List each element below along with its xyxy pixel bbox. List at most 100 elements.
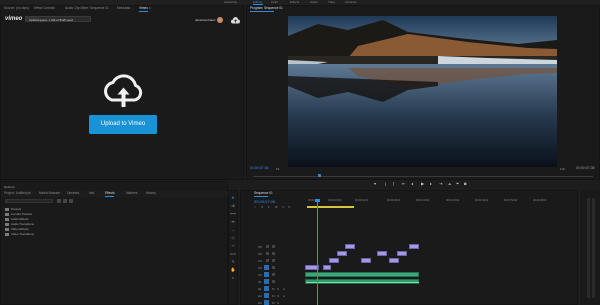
mute-toggle[interactable]: M [272, 294, 275, 298]
timeline-timecode[interactable]: 00;00;07;08 [254, 199, 275, 204]
ruler-label: 00;00;16;00 [328, 199, 342, 202]
audio-clip[interactable] [305, 279, 419, 284]
add-marker-icon[interactable]: ▾ [268, 205, 270, 209]
wrench-icon[interactable]: ✎ [288, 205, 291, 209]
effects-search-input[interactable] [5, 199, 53, 203]
linked-selection-icon[interactable]: ⚲ [261, 205, 263, 209]
quality-dropdown[interactable]: Full [560, 167, 565, 171]
track-select-tool-icon[interactable]: ⇉ [230, 203, 236, 209]
folder-video-transitions[interactable]: Video Transitions [5, 232, 34, 236]
microphone-icon[interactable]: ● [283, 294, 285, 298]
sync-lock-icon[interactable] [266, 252, 269, 255]
track-target-toggle[interactable] [264, 300, 269, 305]
timeline-settings-icon[interactable]: ⚙ [275, 205, 278, 209]
folder-video-effects[interactable]: Video Effects [5, 227, 29, 231]
export-frame-icon[interactable]: ◙ [464, 181, 466, 186]
track-target-toggle[interactable] [264, 293, 269, 298]
tab-history[interactable]: History [146, 191, 156, 196]
folder-presets[interactable]: Presets [5, 207, 21, 211]
playhead-handle[interactable] [315, 199, 320, 202]
timeline-playhead[interactable] [317, 201, 318, 305]
slip-tool-icon[interactable]: ⇿ [230, 243, 236, 249]
tab-source[interactable]: Source: (no clips) [4, 6, 29, 11]
panel-menu-icon[interactable]: ≡ [149, 6, 151, 11]
time-ruler[interactable]: 00;00 00;00;16;00 00;00;32;00 00;00;48;0… [305, 199, 577, 205]
track-target-toggle[interactable] [264, 265, 269, 270]
video-clip[interactable] [329, 258, 339, 263]
solo-toggle[interactable]: S [277, 294, 279, 298]
lift-icon[interactable]: ⏶ [448, 181, 451, 186]
tab-project[interactable]: Project: Untitled.prl [4, 191, 31, 196]
step-back-icon[interactable]: ◂ [411, 181, 413, 186]
slide-tool-icon[interactable]: ⟺ [230, 251, 236, 257]
video-clip[interactable] [409, 244, 419, 249]
track-target-toggle[interactable] [264, 286, 269, 291]
video-clip[interactable] [377, 251, 387, 256]
program-timecode-current[interactable]: 00;00;07;08 [250, 166, 269, 170]
video-clip[interactable] [389, 258, 399, 263]
captions-icon[interactable]: ▭ [282, 205, 285, 209]
zoom-tool-icon[interactable]: ⌕ [230, 275, 236, 281]
sync-lock-icon[interactable] [266, 245, 269, 248]
tab-audio-clip-mixer[interactable]: Audio Clip Mixer: Sequence 01 [65, 6, 109, 11]
eye-icon[interactable] [272, 259, 275, 262]
mute-toggle[interactable]: M [272, 287, 275, 291]
step-forward-icon[interactable]: ▸ [430, 181, 432, 186]
solo-toggle[interactable]: S [277, 301, 279, 305]
go-to-in-icon[interactable]: ⇤ [402, 181, 405, 186]
upload-to-vimeo-button[interactable]: Upload to Vimeo [89, 115, 157, 134]
scrubber-track[interactable] [253, 176, 593, 177]
tab-libraries[interactable]: Libraries [67, 191, 79, 196]
tab-metadata[interactable]: Metadata [117, 6, 130, 11]
track-target-toggle[interactable] [264, 279, 269, 284]
accelerated-filter-icon[interactable] [57, 199, 61, 203]
microphone-icon[interactable]: ● [283, 287, 285, 291]
eye-icon[interactable] [272, 273, 275, 276]
razor-tool-icon[interactable]: ◇ [230, 235, 236, 241]
work-area-bar[interactable] [307, 206, 354, 208]
sync-lock-icon[interactable] [266, 259, 269, 262]
folder-audio-transitions[interactable]: Audio Transitions [5, 222, 34, 226]
refresh-label[interactable]: Refresh [4, 185, 15, 189]
solo-toggle[interactable]: S [277, 287, 279, 291]
track-target-toggle[interactable] [264, 272, 269, 277]
play-icon[interactable]: ▶ [421, 181, 424, 186]
video-clip[interactable] [397, 251, 407, 256]
fit-dropdown[interactable]: Fit [276, 167, 279, 171]
track-label: A1 [258, 287, 262, 291]
tab-info[interactable]: Info [89, 191, 94, 196]
tab-media-browser[interactable]: Media Browser [39, 191, 60, 196]
rolling-edit-tool-icon[interactable]: ⇹ [230, 219, 236, 225]
eye-icon[interactable] [272, 245, 275, 248]
video-clip[interactable] [345, 244, 355, 249]
selection-tool-icon[interactable]: ➤ [230, 195, 236, 201]
pen-tool-icon[interactable]: ✎ [230, 259, 236, 265]
quota-box: Upload quota: 1 GB of 5GB used [25, 16, 91, 22]
mark-in-icon[interactable]: ▾ [374, 181, 376, 186]
tab-markers[interactable]: Markers [126, 191, 138, 196]
hand-tool-icon[interactable]: ✋ [230, 267, 236, 273]
ripple-edit-tool-icon[interactable]: ⟷ [230, 211, 236, 217]
go-to-out-icon[interactable]: ⇥ [439, 181, 442, 186]
eye-icon[interactable] [272, 280, 275, 283]
eye-icon[interactable] [272, 252, 275, 255]
mark-clip-icon[interactable]: ⌈ [393, 181, 395, 186]
video-clip[interactable] [323, 265, 331, 270]
video-clip-long[interactable] [305, 272, 419, 277]
mute-toggle[interactable]: M [272, 301, 275, 305]
extract-icon[interactable]: ⏷ [456, 181, 459, 186]
yuv-filter-icon[interactable] [69, 199, 73, 203]
folder-audio-effects[interactable]: Audio Effects [5, 217, 29, 221]
tab-effect-controls[interactable]: Effect Controls [34, 6, 55, 11]
cloud-upload-icon-small[interactable] [231, 17, 240, 24]
eye-icon[interactable] [272, 266, 275, 269]
mark-out-icon[interactable]: | [385, 181, 386, 186]
video-clip[interactable] [361, 258, 371, 263]
folder-lumetri-presets[interactable]: Lumetri Presets [5, 212, 32, 216]
video-clip[interactable] [337, 251, 347, 256]
program-playhead[interactable] [317, 174, 321, 177]
snap-icon[interactable]: ∩ [254, 205, 256, 209]
rate-stretch-tool-icon[interactable]: ↔ [230, 227, 236, 233]
32bit-filter-icon[interactable] [63, 199, 67, 203]
avatar[interactable] [217, 17, 223, 23]
